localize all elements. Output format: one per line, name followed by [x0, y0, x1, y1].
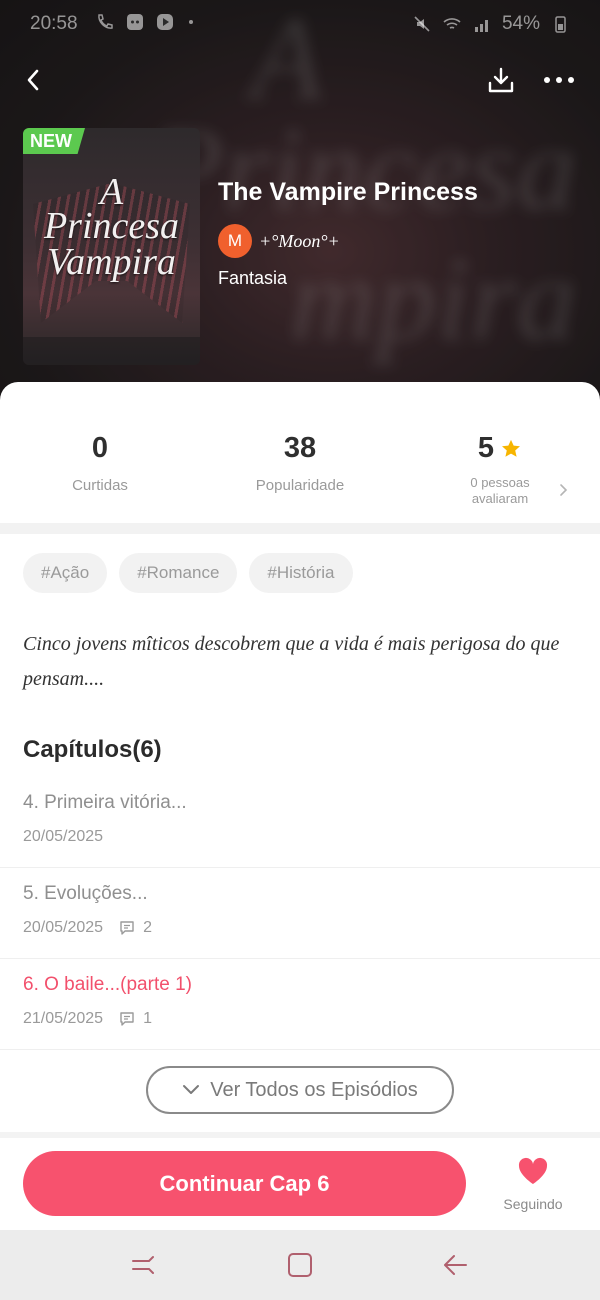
home-icon	[288, 1253, 312, 1277]
play-notification-icon	[157, 14, 173, 30]
book-title: The Vampire Princess	[218, 178, 478, 206]
comment-icon	[120, 1012, 134, 1026]
book-details-card: 0 Curtidas 38 Popularidade 5 0 pessoas a…	[0, 382, 600, 1300]
dot-icon	[189, 20, 193, 24]
chevron-down-icon	[183, 1085, 200, 1094]
chapters-heading: Capítulos(6)	[23, 736, 162, 763]
chevron-right-icon	[560, 484, 568, 496]
tag-acao[interactable]: #Ação	[23, 553, 108, 593]
synopsis: Cinco jovens mîticos descobrem que a vid…	[23, 633, 560, 690]
tag-romance[interactable]: #Romance	[119, 553, 238, 593]
chapter-date: 21/05/2025	[23, 1010, 104, 1027]
recent-apps-button[interactable]	[123, 1248, 163, 1282]
rating-value: 5	[477, 432, 495, 464]
wifi-icon	[443, 18, 461, 29]
chapter-item[interactable]: 5. Evoluções... 20/05/2025 2	[0, 868, 600, 959]
likes-stat: 0 Curtidas	[72, 432, 128, 494]
heart-icon	[518, 1157, 548, 1184]
rating-stat[interactable]: 5 0 pessoas avaliaram	[400, 432, 600, 507]
status-time: 20:58	[30, 13, 78, 34]
tag-list: #Ação #Romance #História	[23, 553, 353, 593]
author-avatar: M	[218, 224, 252, 258]
chapter-title: 5. Evoluções...	[23, 883, 148, 904]
back-arrow-icon	[27, 69, 39, 91]
recent-apps-icon	[132, 1256, 154, 1274]
rating-count-label-2: avaliaram	[471, 491, 529, 506]
book-header: A Princesa mpira 20:58 54% A Princesa Va…	[0, 0, 600, 420]
mute-icon	[414, 16, 430, 32]
download-button[interactable]	[479, 60, 523, 100]
chapter-comment-count: 1	[143, 1010, 152, 1027]
chapter-comment-count: 2	[143, 919, 152, 936]
see-all-episodes-button[interactable]: Ver Todos os Episódios	[146, 1066, 454, 1114]
tag-historia[interactable]: #História	[249, 553, 353, 593]
battery-icon	[555, 16, 566, 33]
continue-reading-button[interactable]: Continuar Cap 6	[23, 1151, 466, 1216]
more-options-button[interactable]	[537, 60, 581, 100]
cover-title: A Princesa Vampira	[43, 171, 180, 283]
follow-button[interactable]: Seguindo	[498, 1157, 568, 1212]
see-all-label: Ver Todos os Episódios	[210, 1078, 418, 1101]
author-link[interactable]: M +°Moon°+	[218, 224, 340, 258]
status-bar: 20:58 54%	[0, 0, 600, 48]
genre-label[interactable]: Fantasia	[218, 268, 287, 289]
new-badge: NEW	[23, 128, 85, 154]
chapter-item[interactable]: 4. Primeira vitória... 20/05/2025	[0, 777, 600, 868]
book-cover[interactable]: A Princesa Vampira	[23, 128, 200, 365]
system-back-button[interactable]	[436, 1248, 476, 1282]
download-icon	[488, 67, 514, 93]
action-bar-divider	[0, 1132, 600, 1138]
section-divider	[0, 523, 600, 534]
stats-row: 0 Curtidas 38 Popularidade 5 0 pessoas a…	[0, 382, 600, 522]
app-notification-icon	[127, 14, 143, 30]
star-icon	[502, 439, 521, 457]
system-back-icon	[444, 1255, 467, 1275]
author-name: +°Moon°+	[259, 230, 340, 251]
chapter-date: 20/05/2025	[23, 919, 104, 936]
signal-icon	[474, 20, 488, 32]
battery-percent: 54%	[501, 13, 540, 34]
phone-icon	[98, 14, 113, 29]
chapter-title: 6. O baile...(parte 1)	[23, 974, 192, 995]
follow-label: Seguindo	[503, 1196, 563, 1212]
back-button[interactable]	[12, 60, 56, 100]
chapter-date: 20/05/2025	[23, 828, 104, 845]
comment-icon	[120, 921, 134, 935]
home-button[interactable]	[280, 1248, 320, 1282]
rating-count-label: 0 pessoas	[470, 475, 530, 490]
system-navigation-bar	[0, 1230, 600, 1300]
more-dots-icon	[544, 77, 574, 83]
chapter-title: 4. Primeira vitória...	[23, 792, 187, 813]
chapter-item-current[interactable]: 6. O baile...(parte 1) 21/05/2025 1	[0, 959, 600, 1050]
popularity-stat: 38 Popularidade	[255, 432, 345, 494]
